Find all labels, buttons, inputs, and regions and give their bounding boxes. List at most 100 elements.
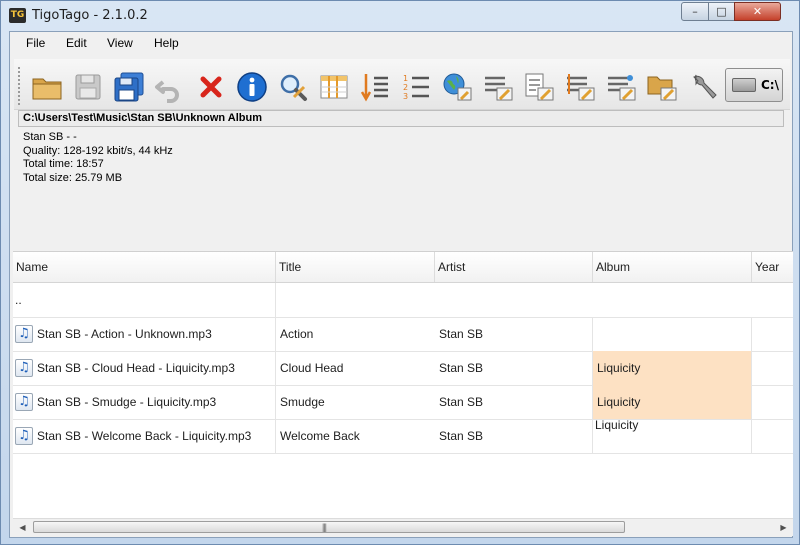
file-name: Stan SB - Welcome Back - Liquicity.mp3 [37,429,252,443]
title-cell: Welcome Back [280,429,360,443]
column-header-album[interactable]: Album [593,252,752,282]
album-cell [593,317,752,351]
sort-icon [360,74,388,102]
client-area: File Edit View Help 1 2 3 C:\ C:\Users\T… [9,31,793,538]
save-icon [75,74,101,100]
batch-1-icon [485,76,513,101]
web-lookup-icon [443,73,472,101]
batch-3-icon [567,74,595,101]
columns-button[interactable] [317,70,351,104]
file-table: Name Title Artist Album Year .. ♫ Stan S… [13,251,793,519]
file-name: Stan SB - Action - Unknown.mp3 [37,327,212,341]
title-cell: Cloud Head [280,361,344,375]
delete-icon [200,76,222,98]
current-path: C:\Users\Test\Music\Stan SB\Unknown Albu… [23,112,262,124]
scrollbar-thumb[interactable]: ||| [33,521,625,533]
drive-selector-button[interactable]: C:\ [725,68,783,102]
delete-button[interactable] [194,70,228,104]
numbering-icon: 123 [403,74,429,101]
table-row-parent[interactable]: .. [13,283,793,318]
music-file-icon: ♫ [15,359,33,377]
save-button[interactable] [71,70,105,104]
batch-1-button[interactable] [481,70,515,104]
sort-button[interactable] [358,70,392,104]
file-name-cell: ♫ Stan SB - Welcome Back - Liquicity.mp3 [13,419,276,453]
file-name: Stan SB - Smudge - Liquicity.mp3 [37,395,217,409]
music-file-icon: ♫ [15,325,33,343]
open-folder-button[interactable] [30,70,64,104]
file-name-cell: ♫ Stan SB - Cloud Head - Liquicity.mp3 [13,351,276,385]
scrollbar-grip-icon: ||| [322,522,327,532]
batch-4-button[interactable] [604,70,638,104]
settings-wrench-icon [693,74,717,99]
info-total-time: Total time: 18:57 [23,158,104,170]
title-cell: Smudge [280,395,325,409]
artist-cell: Stan SB [435,351,593,385]
save-all-icon [114,72,144,102]
batch-4-icon [608,75,636,101]
search-edit-button[interactable] [276,70,310,104]
empty-cell [276,283,435,317]
title-bar[interactable]: TG TigoTago - 2.1.0.2 – □ ✕ [1,1,799,31]
column-header-year[interactable]: Year [752,252,793,282]
scroll-right-arrow-icon[interactable]: ▶ [776,521,791,534]
info-button[interactable] [235,70,269,104]
hard-drive-icon [732,78,756,92]
artist-cell: Stan SB [435,385,593,419]
menu-view[interactable]: View [107,36,133,50]
columns-icon [320,75,348,99]
column-header-title[interactable]: Title [276,252,435,282]
path-bar: C:\Users\Test\Music\Stan SB\Unknown Albu… [18,110,784,127]
column-header-name[interactable]: Name [13,252,276,282]
svg-text:3: 3 [403,92,408,101]
numbering-button[interactable]: 123 [399,70,433,104]
batch-3-button[interactable] [563,70,597,104]
web-lookup-button[interactable] [440,70,474,104]
info-icon [237,72,267,102]
artist-cell: Stan SB [435,317,593,351]
table-header: Name Title Artist Album Year [13,252,793,283]
info-artist-album: Stan SB - - [23,131,77,143]
table-row[interactable]: ♫ Stan SB - Smudge - Liquicity.mp3 Smudg… [13,385,793,420]
undo-button[interactable] [153,70,187,104]
album-cell-modified[interactable]: Liquicity [593,385,752,419]
menu-file[interactable]: File [26,36,45,50]
undo-icon [155,80,179,103]
music-file-icon: ♫ [15,393,33,411]
file-name-cell: ♫ Stan SB - Action - Unknown.mp3 [13,317,276,351]
toolbar-grip[interactable] [18,67,23,105]
album-info: Stan SB - - Quality: 128-192 kbit/s, 44 … [23,131,173,185]
window-title: TigoTago - 2.1.0.2 [32,8,148,23]
save-all-button[interactable] [112,70,146,104]
scroll-left-arrow-icon[interactable]: ◀ [15,521,30,534]
folder-batch-button[interactable] [645,70,679,104]
title-cell: Action [280,327,314,341]
app-logo-icon: TG [9,8,26,23]
column-header-artist[interactable]: Artist [435,252,593,282]
batch-2-button[interactable] [522,70,556,104]
svg-text:2: 2 [403,83,408,92]
table-row[interactable]: ♫ Stan SB - Welcome Back - Liquicity.mp3… [13,419,793,454]
menu-edit[interactable]: Edit [66,36,87,50]
drive-label: C:\ [761,78,779,92]
info-total-size: Total size: 25.79 MB [23,171,123,184]
minimize-button[interactable]: – [681,2,709,21]
menu-bar: File Edit View Help [10,32,792,54]
table-row[interactable]: ♫ Stan SB - Cloud Head - Liquicity.mp3 C… [13,351,793,386]
folder-batch-icon [647,76,677,101]
app-window: TG TigoTago - 2.1.0.2 – □ ✕ File Edit Vi… [0,0,800,545]
batch-2-icon [525,73,554,101]
settings-button[interactable] [686,70,720,104]
album-cell-modified[interactable]: Liquicity [593,351,752,385]
info-quality: Quality: 128-192 kbit/s, 44 kHz [23,144,173,157]
menu-help[interactable]: Help [154,36,179,50]
svg-text:1: 1 [403,74,408,83]
maximize-button[interactable]: □ [708,2,735,21]
open-folder-icon [32,78,62,100]
table-row[interactable]: ♫ Stan SB - Action - Unknown.mp3 Action … [13,317,793,352]
toolbar: 123 C:\ [14,59,790,110]
close-button[interactable]: ✕ [734,2,781,21]
file-name-cell: ♫ Stan SB - Smudge - Liquicity.mp3 [13,385,276,419]
horizontal-scrollbar[interactable]: ◀ ||| ▶ [13,518,793,536]
music-file-icon: ♫ [15,427,33,445]
